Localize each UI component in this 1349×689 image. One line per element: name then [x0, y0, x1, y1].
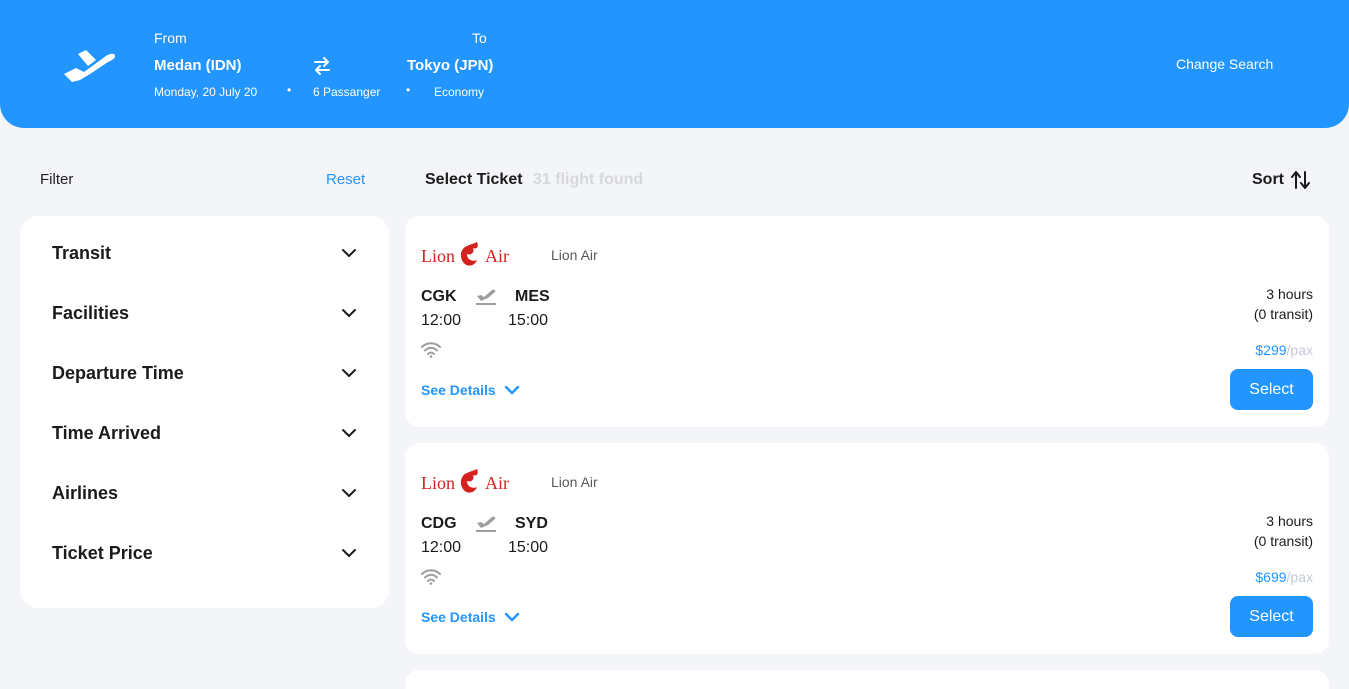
filter-label: Airlines: [52, 482, 119, 503]
price-unit: /pax: [1286, 569, 1313, 585]
ticket-card: Lion Air Lion Air CDG SYD 12:00 15:00 Se…: [405, 443, 1329, 654]
wifi-icon: [421, 569, 441, 585]
plane-icon: [64, 50, 115, 82]
filter-panel: Transit Facilities Departure Time Time A…: [20, 216, 389, 608]
select-ticket-button[interactable]: Select: [1230, 596, 1313, 637]
ticket-price: $699/pax: [1255, 569, 1313, 585]
swap-icon: [314, 57, 330, 75]
to-label: To: [472, 30, 487, 46]
origin-city: Medan (IDN): [154, 57, 242, 74]
wifi-icon: [421, 342, 441, 358]
see-details-link[interactable]: See Details: [421, 609, 520, 625]
arrival-time: 15:00: [508, 539, 549, 556]
results-title: Select Ticket: [425, 171, 523, 188]
airline-logo: Lion Air: [421, 469, 509, 493]
ticket-card: [405, 670, 1329, 689]
chevron-down-icon: [342, 429, 356, 438]
flight-duration: 3 hours: [1266, 286, 1313, 302]
passenger-count: 6 Passanger: [313, 85, 381, 99]
filter-label: Ticket Price: [52, 542, 153, 563]
flight-count: 31 flight found: [533, 171, 644, 188]
logo-text: Air: [485, 473, 509, 493]
search-summary-header: From To Medan (IDN) Tokyo (JPN) Monday, …: [0, 0, 1349, 128]
filter-facilities[interactable]: Facilities: [52, 298, 357, 328]
filter-label: Facilities: [52, 302, 130, 323]
airline-logo: Lion Air: [421, 242, 509, 266]
filter-ticket-price[interactable]: Ticket Price: [52, 538, 357, 568]
change-search-button[interactable]: Change Search: [1176, 56, 1273, 72]
reset-filter-button[interactable]: Reset: [326, 171, 365, 188]
select-ticket-button[interactable]: Select: [1230, 369, 1313, 410]
travel-date: Monday, 20 July 20: [154, 85, 258, 99]
logo-text: Lion: [421, 473, 455, 493]
arrival-time: 15:00: [508, 312, 549, 329]
chevron-down-icon: [504, 385, 519, 395]
see-details-label: See Details: [421, 609, 496, 625]
airline-name: Lion Air: [551, 474, 598, 490]
chevron-down-icon: [342, 489, 356, 498]
filter-label: Transit: [52, 242, 112, 263]
filter-airlines[interactable]: Airlines: [52, 478, 357, 508]
chevron-down-icon: [342, 549, 356, 558]
destination-city: Tokyo (JPN): [407, 57, 494, 74]
chevron-down-icon: [342, 309, 356, 318]
flight-duration: 3 hours: [1266, 513, 1313, 529]
sort-icon[interactable]: [1291, 170, 1310, 190]
departure-time: 12:00: [421, 312, 462, 329]
chevron-down-icon: [342, 369, 356, 378]
destination-code: MES: [515, 288, 550, 305]
filter-label: Departure Time: [52, 362, 184, 383]
separator-dot: •: [406, 83, 411, 97]
sort-button[interactable]: Sort: [1252, 171, 1284, 189]
chevron-down-icon: [342, 249, 356, 258]
see-details-label: See Details: [421, 382, 496, 398]
price-amount: $299: [1255, 342, 1287, 358]
departure-time: 12:00: [421, 539, 462, 556]
logo-text: Air: [485, 246, 509, 266]
price-unit: /pax: [1286, 342, 1313, 358]
cabin-class: Economy: [434, 85, 485, 99]
filter-label: Time Arrived: [52, 422, 162, 443]
filter-transit[interactable]: Transit: [52, 238, 357, 268]
filter-time-arrived[interactable]: Time Arrived: [52, 418, 357, 448]
ticket-price: $299/pax: [1255, 342, 1313, 358]
price-amount: $699: [1255, 569, 1287, 585]
from-label: From: [154, 30, 187, 46]
see-details-link[interactable]: See Details: [421, 382, 520, 398]
origin-code: CGK: [421, 288, 457, 305]
transit-count: (0 transit): [1253, 306, 1313, 322]
filter-departure-time[interactable]: Departure Time: [52, 358, 357, 388]
flight-takeoff-icon: [476, 289, 496, 305]
chevron-down-icon: [504, 612, 519, 622]
ticket-card: Lion Air Lion Air CGK MES 12:00 15:00 Se…: [405, 216, 1329, 427]
flight-takeoff-icon: [476, 516, 496, 532]
separator-dot: •: [287, 83, 292, 97]
destination-code: SYD: [515, 515, 548, 532]
logo-text: Lion: [421, 246, 455, 266]
transit-count: (0 transit): [1253, 533, 1313, 549]
origin-code: CDG: [421, 515, 457, 532]
airline-name: Lion Air: [551, 247, 598, 263]
filter-title: Filter: [40, 171, 74, 188]
